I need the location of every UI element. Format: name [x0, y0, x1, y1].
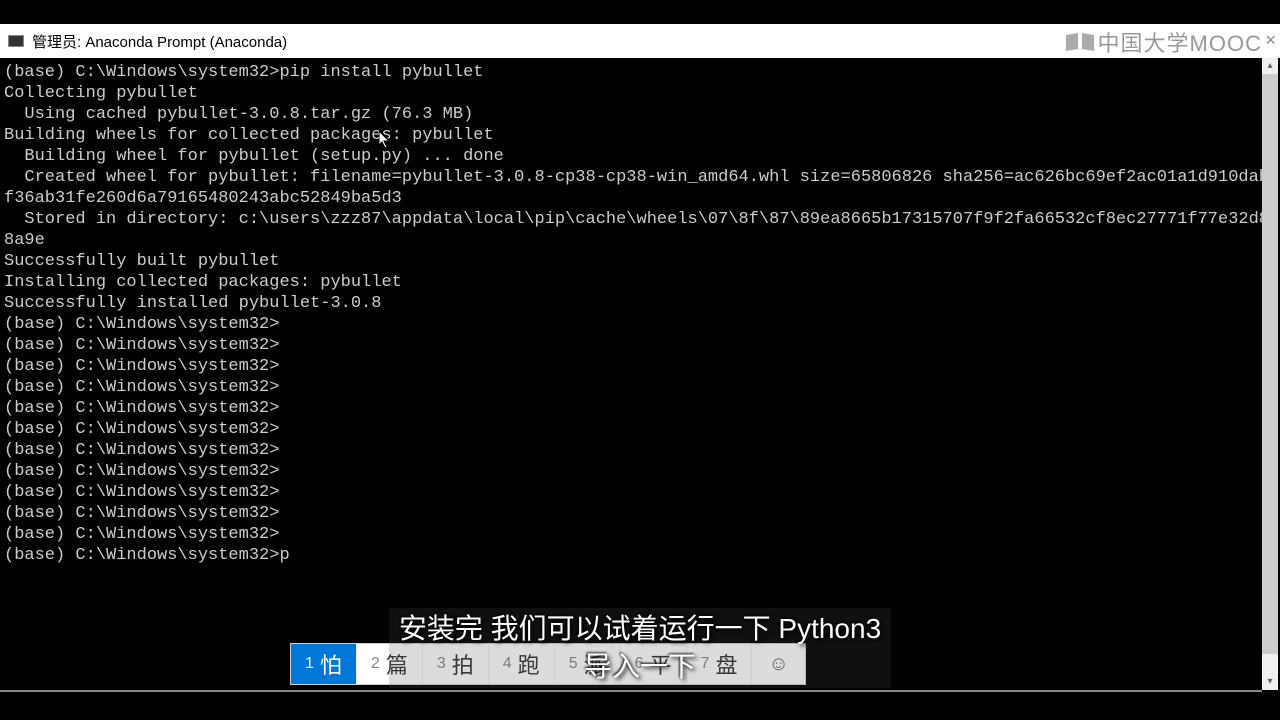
- terminal-line: Collecting pybullet: [4, 83, 1276, 104]
- terminal-line: (base) C:\Windows\system32>: [4, 335, 1276, 356]
- mooc-watermark: 中国大学MOOC: [1066, 26, 1262, 58]
- ime-candidate-number: 3: [437, 655, 446, 673]
- ime-candidate[interactable]: 7盘: [687, 644, 753, 684]
- terminal-line: Installing collected packages: pybullet: [4, 272, 1276, 293]
- ime-candidate[interactable]: 4跑: [489, 644, 555, 684]
- ime-candidate[interactable]: 5派: [555, 644, 621, 684]
- scrollbar-thumb[interactable]: [1262, 74, 1278, 654]
- terminal-line: (base) C:\Windows\system32>: [4, 461, 1276, 482]
- ime-candidate-text: 跑: [518, 648, 540, 680]
- terminal-line: (base) C:\Windows\system32>: [4, 524, 1276, 545]
- terminal-line: Using cached pybullet-3.0.8.tar.gz (76.3…: [4, 104, 1276, 125]
- terminal-line: (base) C:\Windows\system32>pip install p…: [4, 62, 1276, 83]
- ime-candidate[interactable]: 6平: [621, 644, 687, 684]
- terminal-line: (base) C:\Windows\system32>: [4, 503, 1276, 524]
- terminal-line: Stored in directory: c:\users\zzz87\appd…: [4, 209, 1276, 251]
- terminal-line: (base) C:\Windows\system32>: [4, 398, 1276, 419]
- ime-candidate-text: 怕: [320, 648, 342, 680]
- ime-candidate-text: 篇: [386, 648, 408, 680]
- close-icon[interactable]: ×: [1265, 30, 1276, 51]
- terminal-line: (base) C:\Windows\system32>: [4, 314, 1276, 335]
- terminal-line: Building wheels for collected packages: …: [4, 125, 1276, 146]
- ime-candidate-number: 4: [503, 655, 512, 673]
- ime-candidate-text: 平: [650, 648, 672, 680]
- terminal-line: Successfully installed pybullet-3.0.8: [4, 293, 1276, 314]
- ime-emoji-icon[interactable]: ☺: [752, 644, 804, 684]
- terminal-line: Successfully built pybullet: [4, 251, 1276, 272]
- ime-candidate[interactable]: 2篇: [357, 644, 423, 684]
- letterbox-top: [0, 0, 1280, 24]
- ime-candidate-number: 7: [701, 655, 710, 673]
- terminal-line: (base) C:\Windows\system32>: [4, 419, 1276, 440]
- ime-candidate-bar[interactable]: 1怕2篇3拍4跑5派6平7盘☺: [290, 643, 806, 685]
- letterbox-bottom: [0, 692, 1280, 720]
- ime-candidate-number: 5: [569, 655, 578, 673]
- ime-candidate-number: 2: [371, 655, 380, 673]
- book-icon: [1066, 32, 1094, 52]
- terminal-line: (base) C:\Windows\system32>: [4, 356, 1276, 377]
- terminal-line: (base) C:\Windows\system32>: [4, 440, 1276, 461]
- scroll-down-arrow[interactable]: ▾: [1262, 674, 1278, 690]
- terminal-output[interactable]: (base) C:\Windows\system32>pip install p…: [0, 58, 1280, 692]
- ime-candidate[interactable]: 1怕: [291, 644, 357, 684]
- vertical-scrollbar[interactable]: ▴ ▾: [1262, 58, 1278, 690]
- watermark-text: 中国大学MOOC: [1098, 26, 1262, 58]
- ime-candidate-number: 1: [305, 655, 314, 673]
- ime-candidate-number: 6: [635, 655, 644, 673]
- ime-candidate-text: 拍: [452, 648, 474, 680]
- ime-candidate[interactable]: 3拍: [423, 644, 489, 684]
- terminal-line: (base) C:\Windows\system32>: [4, 377, 1276, 398]
- window-title: 管理员: Anaconda Prompt (Anaconda): [32, 31, 287, 52]
- terminal-line: Building wheel for pybullet (setup.py) .…: [4, 146, 1276, 167]
- window-titlebar: 管理员: Anaconda Prompt (Anaconda) 中国大学MOOC…: [0, 24, 1280, 58]
- terminal-line: (base) C:\Windows\system32>p: [4, 545, 1276, 566]
- scroll-up-arrow[interactable]: ▴: [1262, 58, 1278, 74]
- ime-candidate-text: 派: [584, 648, 606, 680]
- ime-candidate-text: 盘: [715, 648, 737, 680]
- terminal-line: Created wheel for pybullet: filename=pyb…: [4, 167, 1276, 209]
- cmd-icon: [8, 35, 24, 47]
- terminal-line: (base) C:\Windows\system32>: [4, 482, 1276, 503]
